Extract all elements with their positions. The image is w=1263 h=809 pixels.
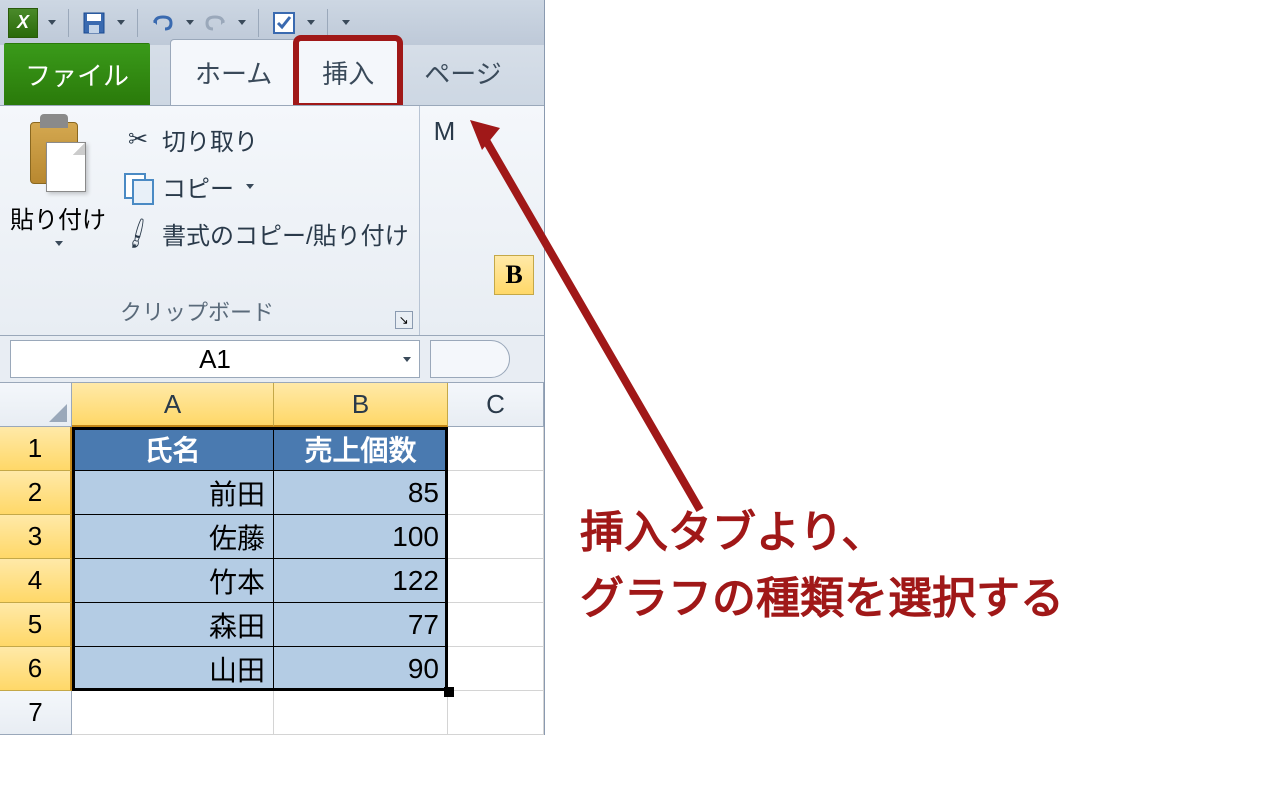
column-headers: A B C [0, 383, 544, 427]
cell-C5[interactable] [448, 603, 544, 647]
separator [258, 9, 259, 37]
bold-button[interactable]: B [494, 255, 534, 295]
redo-button[interactable] [202, 10, 228, 36]
paste-button[interactable]: 貼り付け [10, 114, 106, 246]
spreadsheet-grid: A B C 1 氏名 売上個数 2 前田 85 3 佐藤 100 4 竹本 12… [0, 383, 544, 735]
checkbox-option[interactable] [271, 10, 297, 36]
checkbox-menu-arrow-icon[interactable] [307, 20, 315, 25]
undo-icon [151, 13, 175, 33]
save-button[interactable] [81, 10, 107, 36]
clipboard-group-label: クリップボード [120, 291, 409, 331]
cell-B1[interactable]: 売上個数 [274, 427, 448, 471]
qat-menu-arrow-icon[interactable] [48, 20, 56, 25]
checkbox-checked-icon [273, 12, 295, 34]
name-box-arrow-icon[interactable] [403, 357, 411, 362]
column-header-C[interactable]: C [448, 383, 544, 427]
tab-home[interactable]: ホーム [170, 39, 297, 105]
row-2: 2 前田 85 [0, 471, 544, 515]
qat-customize-arrow-icon[interactable] [342, 20, 350, 25]
ribbon-tabs: ファイル ホーム 挿入 ページ [0, 45, 544, 105]
copy-label: コピー [162, 169, 234, 204]
copy-menu-arrow-icon[interactable] [246, 184, 254, 189]
cell-C6[interactable] [448, 647, 544, 691]
undo-button[interactable] [150, 10, 176, 36]
name-box-value: A1 [23, 344, 407, 375]
annotation-line2: グラフの種類を選択する [580, 566, 1064, 632]
excel-logo-icon[interactable]: X [8, 8, 38, 38]
annotation-text: 挿入タブより、 グラフの種類を選択する [580, 500, 1064, 632]
save-menu-arrow-icon[interactable] [117, 20, 125, 25]
row-header-4[interactable]: 4 [0, 559, 72, 603]
cut-button[interactable]: ✂ 切り取り [124, 122, 409, 157]
column-header-A[interactable]: A [72, 383, 274, 427]
ribbon-content: 貼り付け ✂ 切り取り コピー 🖌 [0, 105, 544, 335]
font-group-fragment: M B [420, 106, 544, 335]
select-all-corner[interactable] [0, 383, 72, 427]
selection-fill-handle[interactable] [444, 687, 454, 697]
cell-A3[interactable]: 佐藤 [72, 515, 274, 559]
cell-B6[interactable]: 90 [274, 647, 448, 691]
cell-C3[interactable] [448, 515, 544, 559]
tab-file[interactable]: ファイル [4, 43, 150, 105]
row-header-1[interactable]: 1 [0, 427, 72, 471]
separator [137, 9, 138, 37]
row-4: 4 竹本 122 [0, 559, 544, 603]
format-painter-button[interactable]: 🖌 書式のコピー/貼り付け [124, 216, 409, 251]
font-name-fragment: M [420, 106, 544, 147]
cell-A6[interactable]: 山田 [72, 647, 274, 691]
row-6: 6 山田 90 [0, 647, 544, 691]
row-1: 1 氏名 売上個数 [0, 427, 544, 471]
format-painter-label: 書式のコピー/貼り付け [162, 216, 409, 251]
tab-insert[interactable]: 挿入 [297, 39, 399, 105]
formula-bar-fragment[interactable] [430, 340, 510, 378]
cell-B4[interactable]: 122 [274, 559, 448, 603]
undo-menu-arrow-icon[interactable] [186, 20, 194, 25]
cell-A2[interactable]: 前田 [72, 471, 274, 515]
column-header-B[interactable]: B [274, 383, 448, 427]
row-header-6[interactable]: 6 [0, 647, 72, 691]
scissors-icon: ✂ [124, 126, 152, 154]
paste-label: 貼り付け [10, 200, 106, 235]
row-header-7[interactable]: 7 [0, 691, 72, 735]
row-header-3[interactable]: 3 [0, 515, 72, 559]
cell-A1[interactable]: 氏名 [72, 427, 274, 471]
redo-menu-arrow-icon[interactable] [238, 20, 246, 25]
row-3: 3 佐藤 100 [0, 515, 544, 559]
clipboard-group: 貼り付け ✂ 切り取り コピー 🖌 [0, 106, 420, 335]
cell-C4[interactable] [448, 559, 544, 603]
excel-window: X [0, 0, 545, 735]
paintbrush-icon: 🖌 [119, 214, 157, 252]
cell-C7[interactable] [448, 691, 544, 735]
cell-A5[interactable]: 森田 [72, 603, 274, 647]
redo-icon [203, 13, 227, 33]
row-5: 5 森田 77 [0, 603, 544, 647]
cell-B2[interactable]: 85 [274, 471, 448, 515]
separator [327, 9, 328, 37]
cell-C2[interactable] [448, 471, 544, 515]
clipboard-paste-icon [26, 114, 90, 194]
separator [68, 9, 69, 37]
row-header-5[interactable]: 5 [0, 603, 72, 647]
paste-menu-arrow-icon[interactable] [55, 241, 63, 246]
cell-A7[interactable] [72, 691, 274, 735]
copy-button[interactable]: コピー [124, 169, 409, 204]
name-box[interactable]: A1 [10, 340, 420, 378]
cell-C1[interactable] [448, 427, 544, 471]
cell-A4[interactable]: 竹本 [72, 559, 274, 603]
formula-bar-row: A1 [0, 335, 544, 383]
row-header-2[interactable]: 2 [0, 471, 72, 515]
cell-B3[interactable]: 100 [274, 515, 448, 559]
annotation-line1: 挿入タブより、 [580, 500, 1064, 566]
row-7: 7 [0, 691, 544, 735]
copy-icon [124, 173, 152, 201]
cell-B5[interactable]: 77 [274, 603, 448, 647]
save-icon [82, 11, 106, 35]
clipboard-group-launcher[interactable]: ↘ [395, 311, 413, 329]
cell-B7[interactable] [274, 691, 448, 735]
cut-label: 切り取り [162, 122, 258, 157]
tab-page-layout[interactable]: ページ [399, 39, 526, 105]
